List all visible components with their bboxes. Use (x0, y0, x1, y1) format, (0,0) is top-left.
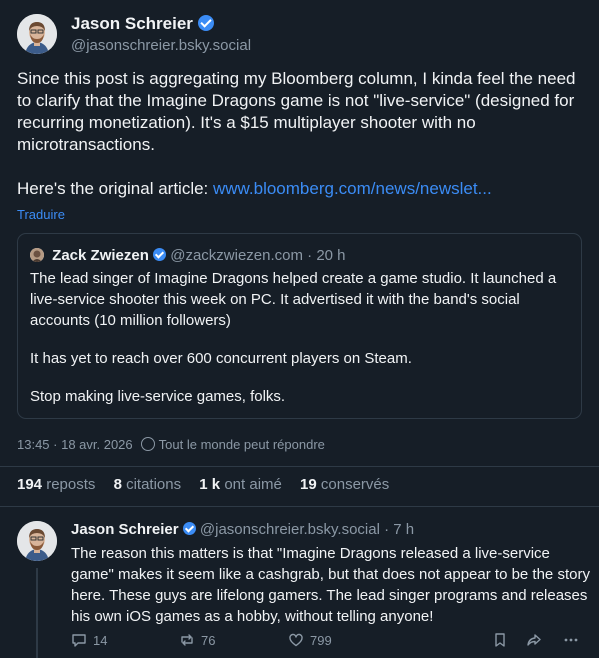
verified-badge-icon (182, 522, 196, 535)
quoted-author-handle: @zackzwiezen.com (170, 247, 303, 264)
quoted-paragraph: Stop making live-service games, folks. (30, 388, 286, 405)
quoted-post-time: · 20 h (307, 247, 346, 264)
reposts-stat[interactable]: 194 reposts (17, 476, 95, 493)
saves-label: conservés (320, 476, 390, 493)
avatar-image (17, 14, 57, 54)
likes-count: 1 k (199, 476, 221, 493)
reply-author-name[interactable]: Jason Schreier (71, 521, 179, 538)
reposts-count: 194 (17, 476, 43, 493)
quoted-post-header: Zack Zwiezen @zackzwiezen.com · 20 h (30, 247, 346, 264)
thread-line (36, 568, 38, 658)
author-handle[interactable]: @jasonschreier.bsky.social (71, 37, 251, 54)
heart-icon (289, 633, 303, 647)
reply-button[interactable]: 14 (71, 632, 107, 648)
post-paragraph: Here's the original article: www.bloombe… (17, 178, 577, 200)
quoted-post[interactable]: Zack Zwiezen @zackzwiezen.com · 20 h The… (17, 233, 582, 419)
comment-icon (72, 634, 86, 647)
post-meta: 13:45 · 18 avr. 2026 Tout le monde peut r… (17, 437, 325, 452)
reply-avatar-image (17, 521, 57, 561)
post-text-prefix: Here's the original article: (17, 179, 213, 198)
reply-count: 14 (93, 632, 108, 648)
citations-stat[interactable]: 8 citations (114, 476, 182, 493)
author-avatar[interactable] (17, 14, 57, 54)
reply-time: · 7 h (384, 521, 415, 538)
bookmark-button[interactable] (492, 632, 508, 648)
quoted-avatar-image (30, 248, 44, 262)
article-link[interactable]: www.bloomberg.com/news/newslet... (213, 179, 492, 198)
verified-badge-icon (197, 15, 214, 31)
post-timestamp: 13:45 · 18 avr. 2026 (17, 437, 133, 452)
saves-stat[interactable]: 19 conservés (300, 476, 389, 493)
reply-header: Jason Schreier @jasonschreier.bsky.socia… (71, 521, 414, 538)
repost-icon (181, 634, 193, 646)
quoted-paragraph: It has yet to reach over 600 concurrent … (30, 350, 412, 367)
bookmark-icon (495, 633, 505, 647)
share-button[interactable] (526, 632, 542, 648)
quoted-author-avatar[interactable] (30, 248, 44, 262)
author-name-text: Jason Schreier (71, 14, 193, 33)
post-stats: 194 reposts 8 citations 1 k ont aimé 19 … (17, 476, 403, 493)
post-paragraph: Since this post is aggregating my Bloomb… (17, 69, 576, 154)
verified-badge-icon (153, 248, 167, 261)
more-options-button[interactable] (563, 632, 579, 648)
reply-author-avatar[interactable] (17, 521, 57, 561)
like-count: 799 (310, 632, 332, 648)
translate-link[interactable]: Traduire (17, 207, 65, 222)
citations-count: 8 (113, 476, 122, 493)
reply-actions: 14 76 799 (71, 632, 591, 650)
author-name[interactable]: Jason Schreier (71, 14, 214, 34)
share-icon (527, 634, 541, 646)
divider (0, 466, 599, 467)
repost-count: 76 (201, 632, 216, 648)
reply-setting: Tout le monde peut répondre (158, 437, 325, 452)
post-text: Since this post is aggregating my Bloomb… (17, 68, 577, 200)
quoted-author-name[interactable]: Zack Zwiezen (52, 247, 149, 264)
quoted-paragraph: The lead singer of Imagine Dragons helpe… (30, 270, 557, 329)
reposts-label: reposts (46, 476, 96, 493)
likes-stat[interactable]: 1 k ont aimé (199, 476, 282, 493)
quoted-post-text: The lead singer of Imagine Dragons helpe… (30, 268, 570, 407)
reply-author-handle[interactable]: @jasonschreier.bsky.social (200, 521, 380, 538)
like-button[interactable]: 799 (288, 632, 332, 648)
globe-icon (140, 437, 155, 451)
likes-label: ont aimé (224, 476, 282, 493)
saves-count: 19 (300, 476, 317, 493)
citations-label: citations (126, 476, 182, 493)
more-horizontal-icon (564, 638, 578, 642)
repost-button[interactable]: 76 (179, 632, 215, 648)
reply-text: The reason this matters is that "Imagine… (71, 545, 590, 625)
divider (0, 506, 599, 507)
